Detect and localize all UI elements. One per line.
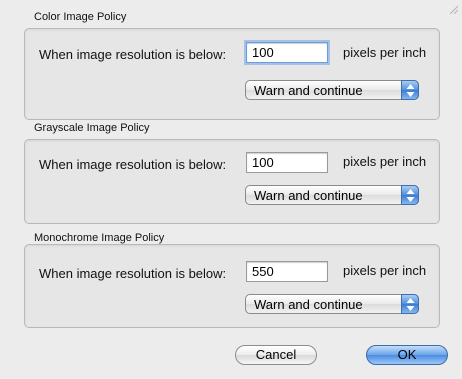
grayscale-unit-label: pixels per inch — [343, 154, 427, 169]
mono-action-value: Warn and continue — [254, 297, 363, 312]
mono-policy-title: Monochrome Image Policy — [34, 232, 165, 244]
grayscale-policy-group: When image resolution is below: 100 pixe… — [24, 139, 440, 224]
ok-button[interactable]: OK — [366, 345, 448, 365]
grayscale-policy-title: Grayscale Image Policy — [34, 122, 150, 134]
up-down-arrows-icon — [401, 185, 419, 205]
grayscale-action-value: Warn and continue — [254, 188, 363, 203]
color-action-popup[interactable]: Warn and continue — [245, 80, 419, 100]
image-policy-dialog: Color Image Policy When image resolution… — [0, 0, 462, 379]
mono-unit-label: pixels per inch — [343, 263, 427, 278]
mono-policy-group: When image resolution is below: 550 pixe… — [24, 244, 440, 328]
color-resolution-field[interactable]: 100 — [246, 42, 328, 63]
color-resolution-label: When image resolution is below: — [39, 47, 227, 62]
mono-action-popup[interactable]: Warn and continue — [245, 294, 419, 314]
mono-resolution-field[interactable]: 550 — [246, 261, 328, 282]
resize-grip-icon[interactable] — [448, 4, 458, 14]
grayscale-action-popup[interactable]: Warn and continue — [245, 185, 419, 205]
up-down-arrows-icon — [401, 80, 419, 100]
up-down-arrows-icon — [401, 294, 419, 314]
mono-resolution-label: When image resolution is below: — [39, 266, 227, 281]
cancel-button[interactable]: Cancel — [235, 345, 317, 365]
color-unit-label: pixels per inch — [343, 45, 427, 60]
grayscale-resolution-field[interactable]: 100 — [246, 152, 328, 173]
grayscale-resolution-label: When image resolution is below: — [39, 157, 227, 172]
color-policy-title: Color Image Policy — [34, 11, 127, 23]
color-action-value: Warn and continue — [254, 83, 363, 98]
color-policy-group: When image resolution is below: 100 pixe… — [24, 28, 440, 120]
